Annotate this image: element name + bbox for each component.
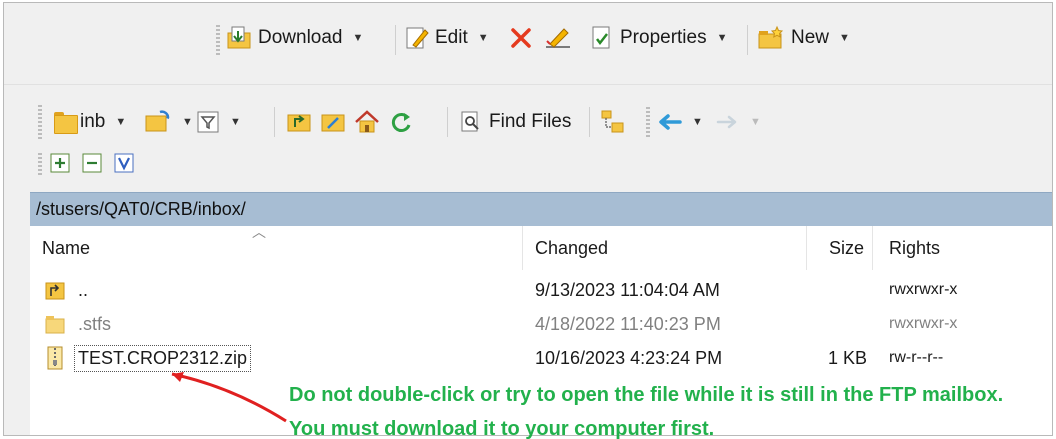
annotation-line-2: You must download it to your computer fi…	[289, 418, 715, 439]
annotation-arrow	[171, 372, 287, 423]
annotation-line-1: Do not double-click or try to open the f…	[289, 384, 1004, 406]
